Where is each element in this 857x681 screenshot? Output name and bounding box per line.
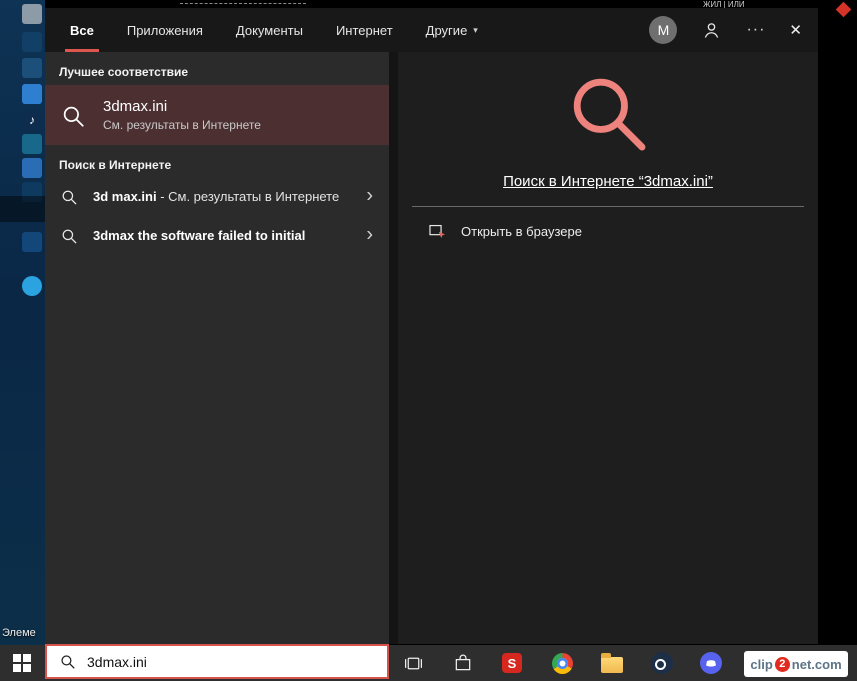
chevron-down-icon: ▾ [473,24,478,35]
store-bag-icon [453,653,473,673]
open-in-browser-label: Открыть в браузере [461,224,582,239]
topbar-actions: M ··· ✕ [649,16,818,44]
more-options-icon[interactable]: ··· [746,21,765,39]
search-results-panel: Лучшее соответствие 3dmax.ini См. резуль… [45,52,389,644]
start-button[interactable] [2,645,42,681]
browser-button[interactable] [542,645,582,681]
suggestion-text: 3dmax the software failed to initial [93,227,306,243]
steam-button[interactable] [642,645,682,681]
best-match-text: 3dmax.ini См. результаты в Интернете [103,98,261,132]
discord-button[interactable] [691,645,731,681]
web-search-header: Поиск в Интернете [59,158,172,172]
tab-all[interactable]: Все [65,8,99,52]
search-input[interactable] [87,653,337,670]
tab-more[interactable]: Другие ▾ [426,8,478,52]
search-icon [60,103,86,129]
browser-window-icon [428,222,447,241]
folder-icon [601,653,623,673]
desktop-icon[interactable] [22,84,42,104]
suggestion-text: 3d max.ini - См. результаты в Интернете [93,189,340,204]
best-match-header: Лучшее соответствие [59,65,189,79]
best-match-subtitle: См. результаты в Интернете [103,118,261,132]
search-suggestion[interactable]: 3dmax the software failed to initial › [45,217,389,256]
desktop-wallpaper-strip: ♪ [0,0,45,645]
chevron-right-icon[interactable]: › [366,185,373,208]
taskbar-search-box[interactable] [45,644,389,679]
desktop-icon[interactable] [22,158,42,178]
account-icon[interactable] [701,20,722,41]
desktop-icon-music[interactable]: ♪ [22,110,42,130]
desktop-icon[interactable] [22,58,42,78]
search-preview-panel: Поиск в Интернете “3dmax.ini” Открыть в … [398,52,818,644]
desktop-icon-label: Элеме [2,627,36,639]
search-icon [59,653,76,670]
store-button[interactable] [443,645,483,681]
windows-logo-icon [13,654,31,672]
tab-documents[interactable]: Документы [236,8,303,52]
search-icon [60,188,78,208]
search-icon [60,227,78,247]
desktop-icon-monitor[interactable] [22,134,42,154]
tab-apps[interactable]: Приложения [127,8,203,52]
best-match-result[interactable]: 3dmax.ini См. результаты в Интернете [45,85,389,145]
desktop-icon-recycle-bin[interactable] [22,4,42,24]
discord-icon [700,652,722,674]
panel-divider [389,52,398,644]
desktop-shadow-band [0,196,45,222]
browser-icon [551,652,573,674]
open-in-browser-action[interactable]: Открыть в браузере [398,207,818,241]
search-window-topbar: Все Приложения Документы Интернет Другие… [45,8,818,52]
background-window-fragment [835,1,852,18]
clip2net-watermark: clip 2 net.com [744,651,848,677]
desktop-icon[interactable] [22,232,42,252]
best-match-title: 3dmax.ini [103,98,168,115]
steam-icon [651,652,673,674]
app-button-s[interactable]: S [492,645,532,681]
user-avatar[interactable]: M [649,16,678,44]
task-view-icon [403,653,424,674]
close-icon[interactable]: ✕ [789,21,802,39]
background-window-fragment [180,3,306,4]
s-app-icon: S [502,653,522,673]
chevron-right-icon[interactable]: › [366,224,373,247]
desktop-icon[interactable] [22,32,42,52]
desktop-icon-round[interactable] [22,276,42,296]
tab-web[interactable]: Интернет [336,8,393,52]
search-icon-large [565,70,651,156]
search-filter-tabs: Все Приложения Документы Интернет Другие… [45,8,478,52]
search-suggestion[interactable]: 3d max.ini - См. результаты в Интернете … [45,178,389,217]
file-explorer-button[interactable] [592,645,632,681]
task-view-button[interactable] [393,645,433,681]
web-search-link[interactable]: Поиск в Интернете “3dmax.ini” [503,173,713,190]
watermark-badge: 2 [774,656,790,672]
